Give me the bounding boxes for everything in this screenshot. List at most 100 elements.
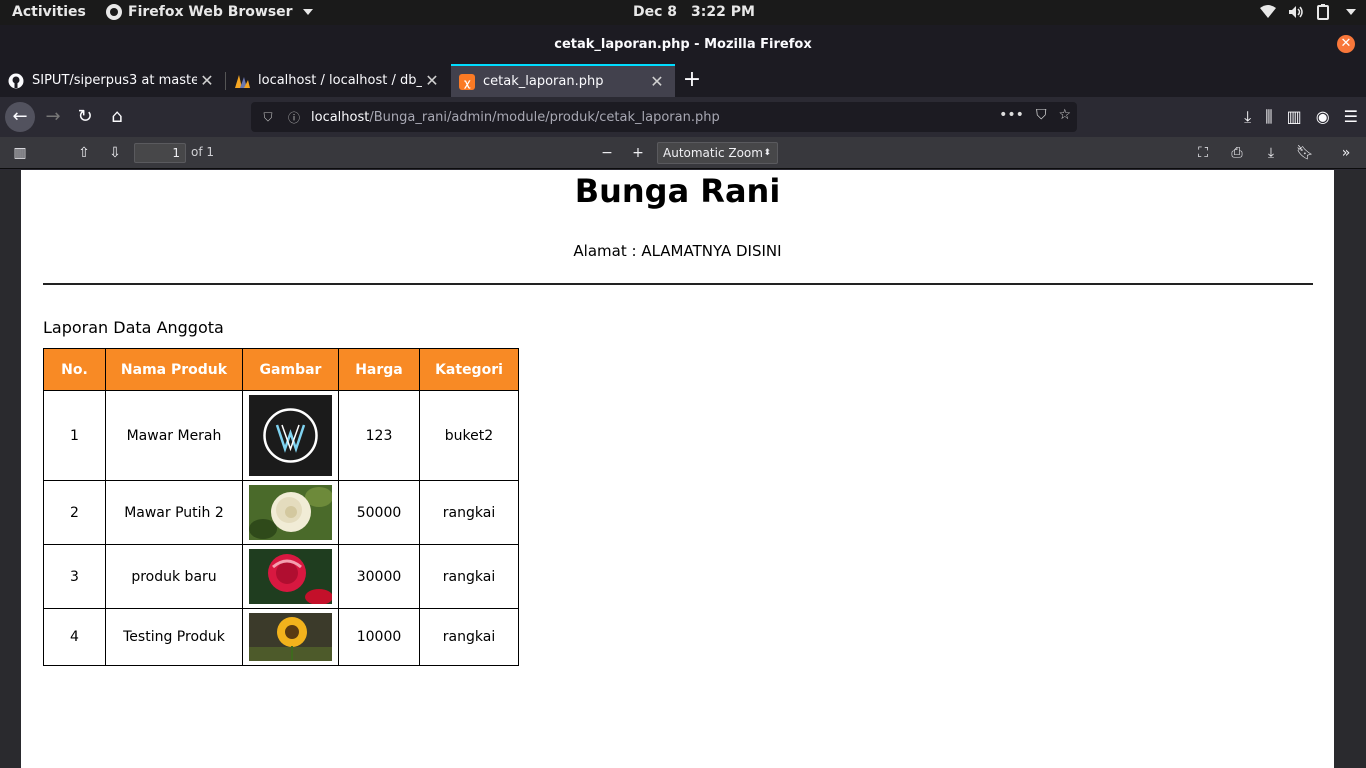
page-actions-icon[interactable]: ••• — [999, 107, 1024, 123]
table-row: 4 Testing Produk 10000 rangkai — [43, 608, 519, 666]
tab-close-icon[interactable]: ✕ — [197, 71, 217, 90]
previous-page-icon[interactable]: ⇧ — [74, 143, 94, 163]
phpmyadmin-icon — [235, 74, 250, 88]
zoom-in-icon[interactable]: + — [628, 143, 648, 163]
url-path: /Bunga_rani/admin/module/produk/cetak_la… — [369, 109, 720, 125]
pocket-icon[interactable]: ⛉ — [1036, 107, 1047, 123]
cell-category: buket2 — [419, 390, 519, 481]
tab-cetak-laporan[interactable]: ꭓ cetak_laporan.php ✕ — [451, 64, 675, 97]
zoom-select-value: Automatic Zoom — [663, 146, 763, 160]
sunflower-image — [249, 613, 332, 661]
cell-price: 50000 — [338, 480, 420, 545]
home-button[interactable]: ⌂ — [103, 103, 131, 131]
firefox-icon — [106, 4, 122, 20]
tab-label: cetak_laporan.php — [483, 74, 604, 89]
cell-image — [242, 608, 339, 666]
cell-image — [242, 480, 339, 545]
menu-icon[interactable]: ☰ — [1344, 107, 1358, 127]
cell-category: rangkai — [419, 608, 519, 666]
back-button[interactable]: ← — [5, 102, 35, 132]
reload-button[interactable]: ↻ — [71, 103, 99, 131]
print-icon[interactable]: ⎙ — [1227, 143, 1247, 163]
chevron-down-icon — [302, 9, 313, 15]
system-top-bar: Activities Firefox Web Browser Dec 8 3:2… — [0, 0, 1366, 25]
volume-icon — [1289, 6, 1303, 18]
cell-name: Testing Produk — [105, 608, 243, 666]
tracking-protection-icon[interactable]: ⛉ — [259, 110, 277, 125]
page-count: of 1 — [191, 145, 215, 159]
app-menu-label: Firefox Web Browser — [128, 4, 293, 20]
document-title: Bunga Rani — [574, 172, 781, 210]
table-row: 3 produk baru 30000 rangkai — [43, 544, 519, 609]
wifi-icon — [1260, 5, 1276, 18]
window-close-button[interactable]: ✕ — [1337, 35, 1355, 53]
clock-time: 3:22 PM — [691, 4, 755, 20]
save-icon[interactable]: ⤓ — [1261, 143, 1281, 163]
zoom-out-icon[interactable]: − — [597, 143, 617, 163]
account-icon[interactable]: ◉ — [1316, 107, 1330, 127]
battery-icon — [1317, 4, 1329, 20]
bookmark-icon[interactable]: 🔖︎ — [1295, 143, 1315, 163]
cell-category: rangkai — [419, 544, 519, 609]
forward-button[interactable]: → — [39, 103, 67, 131]
cell-price: 123 — [338, 390, 420, 481]
pdf-toolbar: ▥ ⇧ ⇩ 1 of 1 − + Automatic Zoom ⬍ ⛶ ⎙ ⤓ … — [0, 137, 1366, 169]
column-header: Gambar — [242, 348, 339, 391]
url-bar[interactable]: ⛉ ⓘ localhost/Bunga_rani/admin/module/pr… — [251, 102, 1077, 132]
caret-down-icon — [1346, 9, 1356, 15]
new-tab-button[interactable]: + — [681, 68, 703, 92]
tab-close-icon[interactable]: ✕ — [647, 72, 667, 91]
pdf-page: Bunga Rani Alamat : ALAMATNYA DISINI Lap… — [21, 170, 1334, 768]
cell-name: Mawar Putih 2 — [105, 480, 243, 545]
cell-image — [242, 390, 339, 481]
cell-no: 3 — [43, 544, 106, 609]
table-row: 1 Mawar Merah 123 buket2 — [43, 390, 519, 481]
tab-label: localhost / localhost / db_ — [258, 73, 422, 88]
pdf-viewer[interactable]: Bunga Rani Alamat : ALAMATNYA DISINI Lap… — [0, 170, 1366, 768]
url-host: localhost — [311, 109, 370, 125]
column-header: Kategori — [419, 348, 519, 391]
document-address: Alamat : ALAMATNYA DISINI — [573, 242, 782, 260]
zoom-select[interactable]: Automatic Zoom ⬍ — [657, 142, 778, 164]
next-page-icon[interactable]: ⇩ — [105, 143, 125, 163]
toggle-sidebar-icon[interactable]: ▥ — [10, 143, 30, 163]
table-header-row: No. Nama Produk Gambar Harga Kategori — [43, 348, 519, 391]
alan-walker-logo-image — [249, 395, 332, 476]
clock[interactable]: Dec 8 3:22 PM — [633, 4, 755, 20]
table-row: 2 Mawar Putih 2 50000 rangkai — [43, 480, 519, 545]
column-header: No. — [43, 348, 106, 391]
navigation-toolbar: ← → ↻ ⌂ ⛉ ⓘ localhost/Bunga_rani/admin/m… — [0, 97, 1366, 137]
library-icon[interactable]: ⫼ — [1265, 107, 1272, 127]
sidebar-icon[interactable]: ▥ — [1287, 107, 1302, 127]
presentation-mode-icon[interactable]: ⛶ — [1193, 143, 1213, 163]
bookmark-star-icon[interactable]: ☆ — [1058, 107, 1071, 123]
tab-close-icon[interactable]: ✕ — [422, 71, 442, 90]
red-rose-image — [249, 549, 332, 604]
cell-price: 30000 — [338, 544, 420, 609]
site-info-icon[interactable]: ⓘ — [285, 109, 303, 126]
tools-icon[interactable]: » — [1336, 143, 1356, 163]
cell-name: produk baru — [105, 544, 243, 609]
activities-button[interactable]: Activities — [12, 4, 86, 20]
downloads-icon[interactable]: ⤓ — [1244, 107, 1251, 127]
tab-label: SIPUT/siperpus3 at master — [32, 73, 197, 88]
app-menu[interactable]: Firefox Web Browser — [106, 4, 313, 20]
tab-github[interactable]: SIPUT/siperpus3 at master ✕ — [0, 64, 225, 97]
report-subtitle: Laporan Data Anggota — [43, 318, 224, 337]
white-rose-image — [249, 485, 332, 540]
url-text[interactable]: localhost/Bunga_rani/admin/module/produk… — [311, 110, 720, 125]
cell-price: 10000 — [338, 608, 420, 666]
status-menu[interactable] — [1260, 4, 1356, 20]
column-header: Nama Produk — [105, 348, 243, 391]
column-header: Harga — [338, 348, 420, 391]
xampp-icon: ꭓ — [459, 73, 475, 90]
github-icon — [8, 73, 24, 88]
cell-name: Mawar Merah — [105, 390, 243, 481]
report-table: No. Nama Produk Gambar Harga Kategori 1 … — [43, 348, 519, 666]
page-number-input[interactable]: 1 — [134, 143, 186, 163]
tab-strip: SIPUT/siperpus3 at master ✕ localhost / … — [0, 64, 1366, 97]
tab-phpmyadmin[interactable]: localhost / localhost / db_ ✕ — [226, 64, 450, 97]
window-title-bar: cetak_laporan.php - Mozilla Firefox ✕ — [0, 25, 1366, 64]
window-title: cetak_laporan.php - Mozilla Firefox — [554, 37, 812, 52]
cell-no: 2 — [43, 480, 106, 545]
